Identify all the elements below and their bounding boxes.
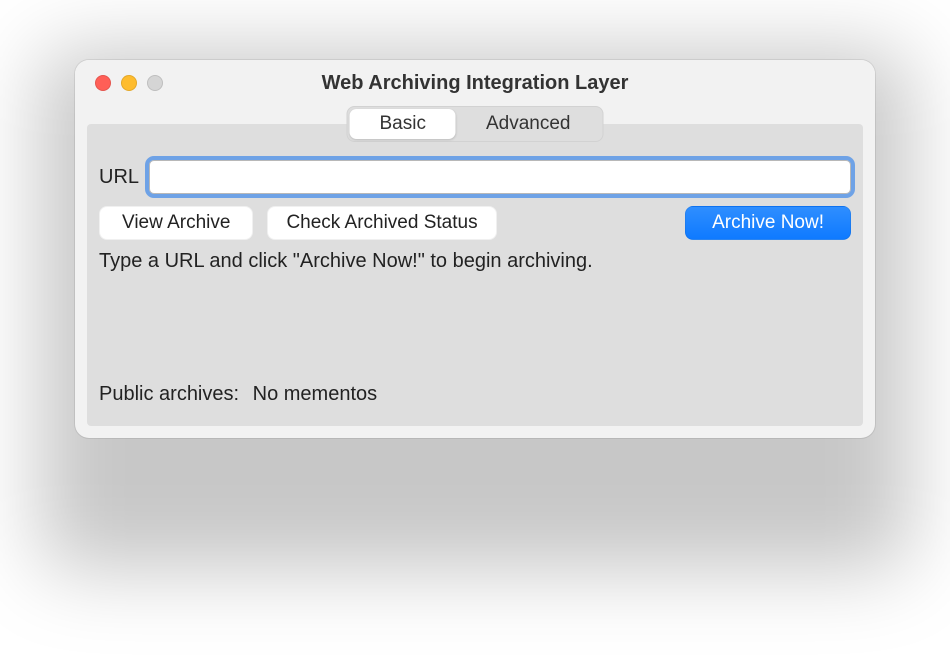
tab-advanced[interactable]: Advanced xyxy=(456,109,601,139)
url-input[interactable] xyxy=(149,160,851,194)
app-window: Web Archiving Integration Layer Basic Ad… xyxy=(75,60,875,438)
check-status-button[interactable]: Check Archived Status xyxy=(267,206,496,240)
hint-text: Type a URL and click "Archive Now!" to b… xyxy=(99,250,851,273)
zoom-icon xyxy=(147,75,163,91)
public-archives-value: No mementos xyxy=(253,383,378,405)
window-title: Web Archiving Integration Layer xyxy=(75,72,875,95)
tab-basic[interactable]: Basic xyxy=(350,109,456,139)
main-panel: Basic Advanced URL View Archive Check Ar… xyxy=(87,124,863,426)
archive-now-button[interactable]: Archive Now! xyxy=(685,206,851,240)
traffic-lights xyxy=(95,75,163,91)
tab-bar: Basic Advanced xyxy=(347,106,604,142)
public-archives-row: Public archives: No mementos xyxy=(99,383,851,406)
titlebar: Web Archiving Integration Layer xyxy=(75,60,875,106)
url-label: URL xyxy=(99,166,139,189)
view-archive-button[interactable]: View Archive xyxy=(99,206,253,240)
public-archives-label: Public archives: xyxy=(99,383,239,405)
minimize-icon[interactable] xyxy=(121,75,137,91)
close-icon[interactable] xyxy=(95,75,111,91)
